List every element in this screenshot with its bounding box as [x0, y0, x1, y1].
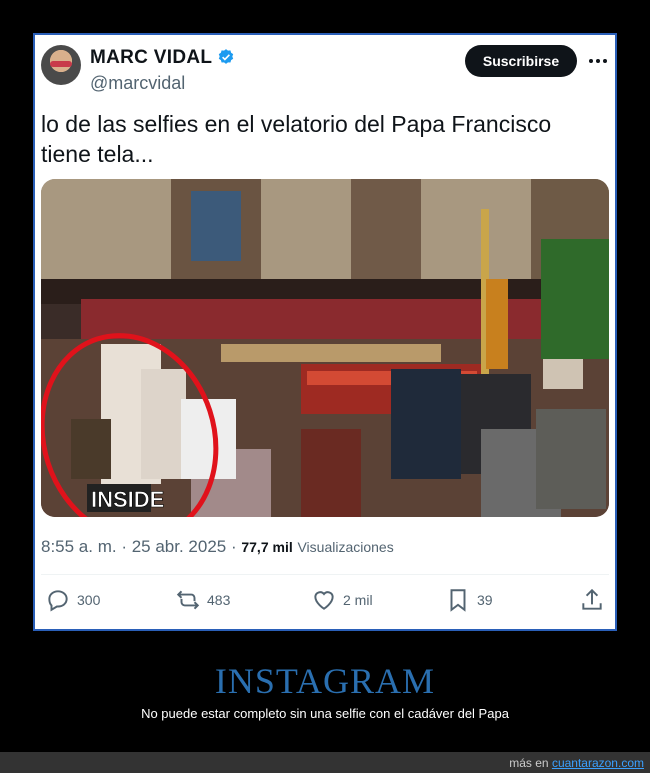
share-icon: [582, 588, 602, 610]
reply-button[interactable]: 300: [45, 587, 100, 613]
tweet-card: MARC VIDAL @marcvidal Suscribirse lo de …: [33, 33, 617, 631]
verified-badge-icon: [218, 49, 234, 64]
tweet-meta: 8:55 a. m. · 25 abr. 2025 · 77,7 mil Vis…: [41, 537, 394, 557]
repost-count: 483: [207, 592, 231, 608]
share-button[interactable]: [579, 587, 605, 613]
heart-icon: [314, 591, 334, 610]
views-label: Visualizaciones: [297, 539, 394, 555]
like-count: 2 mil: [343, 592, 373, 608]
bookmark-count: 39: [477, 592, 493, 608]
more-options-icon[interactable]: [586, 49, 610, 73]
tweet-text: lo de las selfies en el velatorio del Pa…: [41, 109, 601, 169]
media-watermark: INSIDE: [91, 487, 164, 512]
subscribe-button[interactable]: Suscribirse: [465, 45, 577, 77]
bookmark-icon: [450, 589, 466, 612]
credit-text: más en cuantarazon.com: [509, 756, 644, 770]
author-name[interactable]: MARC VIDAL: [90, 47, 212, 69]
credit-prefix: más en: [509, 756, 549, 770]
tweet-text-line-2: tiene tela...: [41, 141, 154, 167]
divider: [41, 574, 609, 575]
timestamp[interactable]: 8:55 a. m. · 25 abr. 2025 ·: [41, 537, 237, 556]
avatar-glasses: [50, 61, 72, 67]
tweet-text-line-1: lo de las selfies en el velatorio del Pa…: [41, 111, 552, 137]
bookmark-button[interactable]: 39: [445, 587, 493, 613]
views-count: 77,7 mil: [241, 539, 293, 555]
author-handle[interactable]: @marcvidal: [90, 73, 185, 94]
repost-button[interactable]: 483: [175, 587, 230, 613]
credit-link[interactable]: cuantarazon.com: [552, 756, 644, 770]
credit-bar: más en cuantarazon.com: [0, 752, 650, 773]
action-bar: 300 483 2 mil 39: [41, 583, 609, 619]
reply-icon: [48, 590, 68, 612]
media-scene: INSIDE: [41, 179, 609, 517]
repost-icon: [176, 590, 200, 610]
avatar[interactable]: [41, 45, 81, 85]
footer-title: INSTAGRAM: [214, 661, 436, 701]
tweet-media-image[interactable]: INSIDE: [41, 179, 609, 517]
like-button[interactable]: 2 mil: [311, 587, 373, 613]
footer-caption: No puede estar completo sin una selfie c…: [141, 706, 509, 721]
reply-count: 300: [77, 592, 101, 608]
